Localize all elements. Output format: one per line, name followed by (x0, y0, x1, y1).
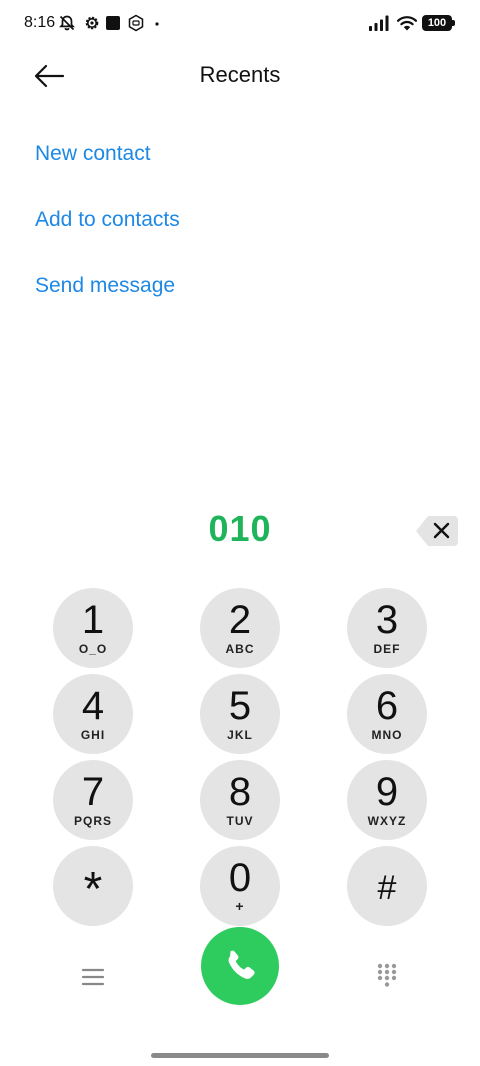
key-2[interactable]: 2 ABC (200, 588, 280, 668)
page-title: Recents (199, 62, 281, 87)
key-0[interactable]: 0 + (200, 846, 280, 926)
key-digit: 2 (228, 598, 252, 642)
key-digit: 6 (375, 684, 399, 728)
dot-icon (155, 22, 159, 26)
key-7[interactable]: 7 PQRS (53, 760, 133, 840)
key-3[interactable]: 3 DEF (347, 588, 427, 668)
status-bar: 8:16 100 (0, 0, 480, 48)
add-to-contacts-link[interactable]: Add to contacts (35, 208, 180, 232)
key-8[interactable]: 8 TUV (200, 760, 280, 840)
key-letters: TUV (226, 814, 254, 828)
key-digit: 0 (228, 856, 252, 900)
backspace-button[interactable] (414, 514, 460, 548)
backspace-icon (416, 516, 458, 546)
key-letters: DEF (373, 642, 401, 656)
new-contact-link[interactable]: New contact (35, 142, 151, 166)
battery-icon: 100 (422, 15, 452, 31)
dialpad-toggle-button[interactable] (372, 961, 402, 991)
battery-tip (452, 20, 455, 26)
call-button[interactable] (201, 927, 279, 1005)
bell-off-icon (59, 15, 75, 31)
key-digit: 5 (228, 684, 252, 728)
key-letters: O_O (78, 642, 108, 656)
phone-icon (228, 950, 255, 979)
home-indicator[interactable] (151, 1053, 329, 1058)
battery-level: 100 (427, 17, 447, 29)
key-letters: GHI (80, 728, 106, 742)
key-letters: WXYZ (367, 814, 407, 828)
key-1[interactable]: 1 O_O (53, 588, 133, 668)
key-digit: # (377, 869, 397, 907)
key-digit: 1 (81, 598, 105, 642)
menu-button[interactable] (78, 963, 108, 991)
key-star[interactable]: * (53, 846, 133, 926)
wifi-icon (396, 16, 418, 31)
key-4[interactable]: 4 GHI (53, 674, 133, 754)
status-time: 8:16 (24, 14, 56, 31)
square-notification-icon (106, 16, 120, 30)
key-letters: PQRS (73, 814, 112, 828)
key-9[interactable]: 9 WXYZ (347, 760, 427, 840)
key-letters: JKL (227, 728, 253, 742)
menu-icon (81, 968, 105, 986)
key-5[interactable]: 5 JKL (200, 674, 280, 754)
key-6[interactable]: 6 MNO (347, 674, 427, 754)
key-digit: 4 (81, 684, 105, 728)
key-letters: + (235, 898, 245, 914)
key-digit: 8 (228, 770, 252, 814)
dialpad-icon (377, 963, 397, 987)
key-digit: 9 (375, 770, 399, 814)
shield-notification-icon (128, 14, 144, 32)
settings-gear-icon (85, 16, 99, 30)
key-letters: ABC (225, 642, 255, 656)
key-letters: MNO (371, 728, 403, 742)
key-digit: 3 (375, 598, 399, 642)
signal-icon (369, 15, 389, 31)
send-message-link[interactable]: Send message (35, 274, 175, 298)
key-digit: * (83, 863, 103, 916)
dialed-number: 010 (208, 508, 272, 549)
key-hash[interactable]: # (347, 846, 427, 926)
key-digit: 7 (81, 770, 105, 814)
